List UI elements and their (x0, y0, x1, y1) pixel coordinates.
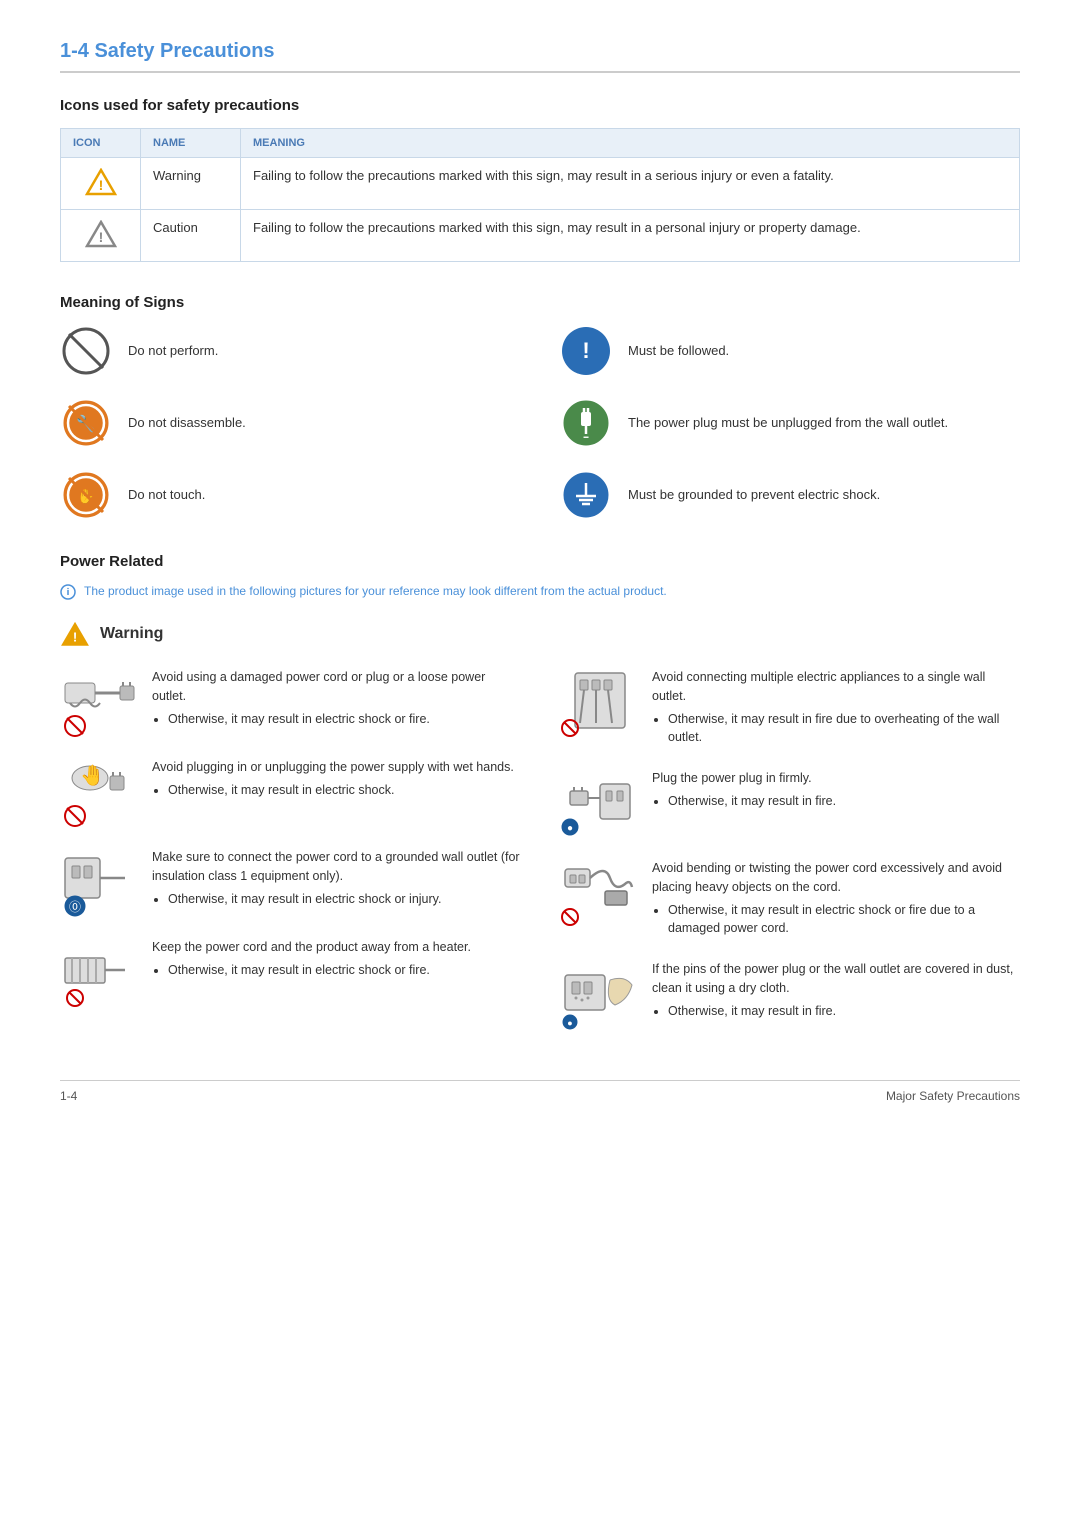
warning-text-r2: Plug the power plug in firmly. Otherwise… (652, 769, 836, 813)
sign-unplug: ━ The power plug must be unplugged from … (560, 397, 1020, 449)
svg-text:━: ━ (583, 433, 589, 442)
sign-no-disassemble-label: Do not disassemble. (128, 413, 246, 433)
col-header-name: NAME (141, 129, 241, 158)
warning-left-col: Avoid using a damaged power cord or plug… (60, 668, 540, 1050)
power-related-heading: Power Related (60, 553, 1020, 570)
warning-text-r4: If the pins of the power plug or the wal… (652, 960, 1020, 1022)
warning-item-r1: Avoid connecting multiple electric appli… (560, 668, 1020, 749)
footer-left: 1-4 (60, 1089, 77, 1103)
warning-item-r3: Avoid bending or twisting the power cord… (560, 859, 1020, 940)
sign-no-perform-label: Do not perform. (128, 341, 218, 361)
svg-text:●: ● (567, 1018, 572, 1028)
svg-text:🤚: 🤚 (80, 763, 105, 787)
warning-main-1: Avoid using a damaged power cord or plug… (152, 668, 520, 706)
warning-bullet-3: Otherwise, it may result in electric sho… (168, 890, 520, 909)
warning-text-4: Keep the power cord and the product away… (152, 938, 471, 982)
sign-no-disassemble: 🔧 Do not disassemble. (60, 397, 520, 449)
warning-header-icon: ! (60, 620, 90, 648)
warning-item-1: Avoid using a damaged power cord or plug… (60, 668, 520, 738)
must-follow-icon: ! (560, 325, 612, 377)
warning-item-r2: ● Plug the power plug in firmly. Otherwi… (560, 769, 1020, 839)
warning-bullet-r1: Otherwise, it may result in fire due to … (668, 710, 1020, 748)
col-header-icon: ICON (61, 129, 141, 158)
unplug-icon: ━ (560, 397, 612, 449)
warning-text-3: Make sure to connect the power cord to a… (152, 848, 520, 910)
warning-item-r4: ● If the pins of the power plug or the w… (560, 960, 1020, 1030)
warning-main-r4: If the pins of the power plug or the wal… (652, 960, 1020, 998)
warning-main-4: Keep the power cord and the product away… (152, 938, 471, 957)
sign-no-touch-label: Do not touch. (128, 485, 205, 505)
icon-warning-cell: ! (61, 158, 141, 210)
warning-text-2: Avoid plugging in or unplugging the powe… (152, 758, 514, 802)
warning-main-r1: Avoid connecting multiple electric appli… (652, 668, 1020, 706)
table-row: ! Caution Failing to follow the precauti… (61, 210, 1020, 262)
ground-icon (560, 469, 612, 521)
sign-unplug-label: The power plug must be unplugged from th… (628, 413, 948, 433)
footer: 1-4 Major Safety Precautions (60, 1080, 1020, 1103)
warning-bullet-2: Otherwise, it may result in electric sho… (168, 781, 514, 800)
note-icon (60, 584, 76, 600)
warning-main-2: Avoid plugging in or unplugging the powe… (152, 758, 514, 777)
warning-item-2: 🤚 Avoid plugging in or unplugging the po… (60, 758, 520, 828)
warning-bullet-r3: Otherwise, it may result in electric sho… (668, 901, 1020, 939)
warning-text-r1: Avoid connecting multiple electric appli… (652, 668, 1020, 749)
icon-caution-cell: ! (61, 210, 141, 262)
warning-img-2: 🤚 (60, 758, 140, 828)
warning-img-3: ⓪ (60, 848, 140, 918)
warning-grid: Avoid using a damaged power cord or plug… (60, 668, 1020, 1050)
warning-bullet-r2: Otherwise, it may result in fire. (668, 792, 836, 811)
warning-bullet-1: Otherwise, it may result in electric sho… (168, 710, 520, 729)
svg-text:!: ! (98, 229, 103, 245)
sign-ground-label: Must be grounded to prevent electric sho… (628, 485, 880, 505)
footer-right: Major Safety Precautions (886, 1089, 1020, 1103)
warning-triangle-icon: ! (85, 168, 117, 196)
warning-right-col: Avoid connecting multiple electric appli… (540, 668, 1020, 1050)
warning-img-r2: ● (560, 769, 640, 839)
signs-grid: Do not perform. ! Must be followed. 🔧 Do… (60, 325, 1020, 521)
warning-item-4: Keep the power cord and the product away… (60, 938, 520, 1008)
no-touch-icon: ✋ (60, 469, 112, 521)
no-disassemble-icon: 🔧 (60, 397, 112, 449)
warning-label: Warning (100, 625, 163, 643)
sign-no-perform: Do not perform. (60, 325, 520, 377)
sign-no-touch: ✋ Do not touch. (60, 469, 520, 521)
warning-img-4 (60, 938, 140, 1008)
blue-exclamation-icon: ! (562, 327, 610, 375)
signs-heading: Meaning of Signs (60, 294, 1020, 311)
warning-text-r3: Avoid bending or twisting the power cord… (652, 859, 1020, 940)
sign-must-follow: ! Must be followed. (560, 325, 1020, 377)
warning-text-1: Avoid using a damaged power cord or plug… (152, 668, 520, 730)
warning-main-r2: Plug the power plug in firmly. (652, 769, 836, 788)
sign-must-follow-label: Must be followed. (628, 341, 729, 361)
warning-bullet-r4: Otherwise, it may result in fire. (668, 1002, 1020, 1021)
svg-text:!: ! (73, 630, 77, 645)
icons-table: ICON NAME MEANING ! Warning Failing to f… (60, 128, 1020, 262)
svg-text:!: ! (98, 177, 103, 193)
warning-img-r3 (560, 859, 640, 929)
svg-text:●: ● (567, 823, 573, 834)
svg-text:⓪: ⓪ (69, 900, 81, 914)
caution-meaning: Failing to follow the precautions marked… (241, 210, 1020, 262)
warning-img-r4: ● (560, 960, 640, 1030)
section-title: 1-4 Safety Precautions (60, 40, 1020, 73)
power-note-text: The product image used in the following … (84, 584, 667, 598)
caution-name: Caution (141, 210, 241, 262)
table-row: ! Warning Failing to follow the precauti… (61, 158, 1020, 210)
warning-meaning: Failing to follow the precautions marked… (241, 158, 1020, 210)
col-header-meaning: MEANING (241, 129, 1020, 158)
power-note: The product image used in the following … (60, 584, 1020, 600)
warning-bullet-4: Otherwise, it may result in electric sho… (168, 961, 471, 980)
warning-main-3: Make sure to connect the power cord to a… (152, 848, 520, 886)
caution-triangle-icon: ! (85, 220, 117, 248)
warning-header: ! Warning (60, 620, 1020, 648)
icons-table-heading: Icons used for safety precautions (60, 97, 1020, 114)
warning-img-r1 (560, 668, 640, 738)
sign-ground: Must be grounded to prevent electric sho… (560, 469, 1020, 521)
no-perform-icon (60, 325, 112, 377)
warning-item-3: ⓪ Make sure to connect the power cord to… (60, 848, 520, 918)
warning-img-1 (60, 668, 140, 738)
warning-main-r3: Avoid bending or twisting the power cord… (652, 859, 1020, 897)
warning-name: Warning (141, 158, 241, 210)
